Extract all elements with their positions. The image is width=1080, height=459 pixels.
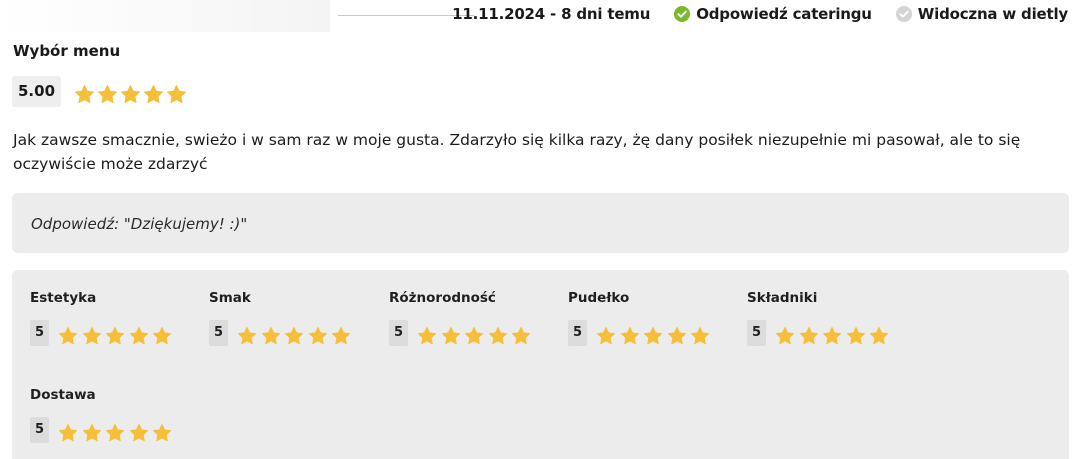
- star-icon: [106, 327, 124, 345]
- star-icon: [308, 327, 327, 345]
- star-icon: [512, 327, 530, 345]
- category-rating: Składniki 5: [747, 290, 922, 346]
- category-stars: [596, 326, 714, 346]
- category-rating: Różnorodność 5: [389, 290, 564, 346]
- category-score-row: 5: [747, 320, 922, 346]
- category-stars: [237, 326, 355, 346]
- star-icon: [488, 327, 507, 345]
- answer-text: Odpowiedź: "Dziękujemy! :)": [31, 215, 248, 233]
- review-date: 11.11.2024 - 8 dni temu: [452, 5, 651, 23]
- star-icon: [121, 85, 140, 104]
- star-icon: [776, 327, 794, 345]
- category-rating: Estetyka 5: [30, 290, 205, 346]
- category-score-row: 5: [568, 320, 743, 346]
- star-icon: [82, 327, 101, 345]
- star-icon: [153, 327, 171, 345]
- review-meta: 11.11.2024 - 8 dni temu Odpowiedź cateri…: [452, 5, 1068, 23]
- category-label: Smak: [209, 290, 251, 306]
- overall-score: 5.00: [12, 76, 62, 107]
- menu-title: Wybór menu: [13, 42, 121, 60]
- category-ratings: Estetyka 5 Smak 5 Różnorodność 5 Pudełko…: [12, 270, 1069, 459]
- star-icon: [82, 424, 101, 442]
- star-icon: [98, 85, 117, 104]
- category-score-row: 5: [30, 417, 205, 443]
- header-fade: [0, 0, 330, 32]
- category-stars: [417, 326, 535, 346]
- star-icon: [644, 327, 662, 345]
- category-label: Składniki: [747, 290, 818, 306]
- category-score-row: 5: [30, 320, 205, 346]
- category-score: 5: [30, 320, 49, 346]
- category-score: 5: [747, 320, 766, 346]
- category-label: Estetyka: [30, 290, 97, 306]
- star-icon: [129, 327, 148, 345]
- check-circle-icon: [674, 6, 691, 22]
- visible-in-diet-badge: Widoczna w dietly: [895, 5, 1068, 23]
- star-icon: [870, 327, 888, 345]
- star-icon: [597, 327, 615, 345]
- star-icon: [59, 327, 77, 345]
- category-rating: Pudełko 5: [568, 290, 743, 346]
- star-icon: [261, 327, 280, 345]
- review-header-bar: 11.11.2024 - 8 dni temu Odpowiedź cateri…: [0, 0, 1080, 32]
- star-icon: [332, 327, 350, 345]
- category-label: Dostawa: [30, 387, 96, 403]
- category-rating: Dostawa 5: [30, 387, 205, 443]
- star-icon: [59, 424, 77, 442]
- category-score: 5: [389, 320, 408, 346]
- category-stars: [58, 326, 176, 346]
- visible-in-diet-label: Widoczna w dietly: [917, 5, 1068, 23]
- star-icon: [418, 327, 436, 345]
- category-label: Różnorodność: [389, 290, 496, 306]
- star-icon: [620, 327, 639, 345]
- category-score-row: 5: [209, 320, 384, 346]
- star-icon: [667, 327, 686, 345]
- category-score-row: 5: [389, 320, 564, 346]
- category-rating: Smak 5: [209, 290, 384, 346]
- star-icon: [144, 85, 163, 104]
- star-icon: [285, 327, 303, 345]
- star-icon: [153, 424, 171, 442]
- star-icon: [691, 327, 709, 345]
- category-score: 5: [568, 320, 587, 346]
- star-icon: [799, 327, 818, 345]
- catering-answer: Odpowiedź: "Dziękujemy! :)": [12, 193, 1069, 253]
- star-icon: [465, 327, 483, 345]
- star-icon: [129, 424, 148, 442]
- catering-reply-badge: Odpowiedź cateringu: [674, 5, 872, 23]
- check-circle-icon: [895, 6, 912, 22]
- category-stars: [775, 326, 893, 346]
- review-text: Jak zawsze smacznie, swieżo i w sam raz …: [13, 131, 1021, 173]
- star-icon: [106, 424, 124, 442]
- overall-rating: 5.00: [12, 76, 189, 107]
- overall-stars: [74, 84, 189, 105]
- star-icon: [823, 327, 841, 345]
- star-icon: [846, 327, 865, 345]
- category-score: 5: [30, 417, 49, 443]
- category-score: 5: [209, 320, 228, 346]
- category-stars: [58, 423, 176, 443]
- star-icon: [441, 327, 460, 345]
- star-icon: [75, 85, 94, 104]
- star-icon: [167, 85, 186, 104]
- category-label: Pudełko: [568, 290, 630, 306]
- catering-reply-label: Odpowiedź cateringu: [696, 5, 872, 23]
- star-icon: [238, 327, 256, 345]
